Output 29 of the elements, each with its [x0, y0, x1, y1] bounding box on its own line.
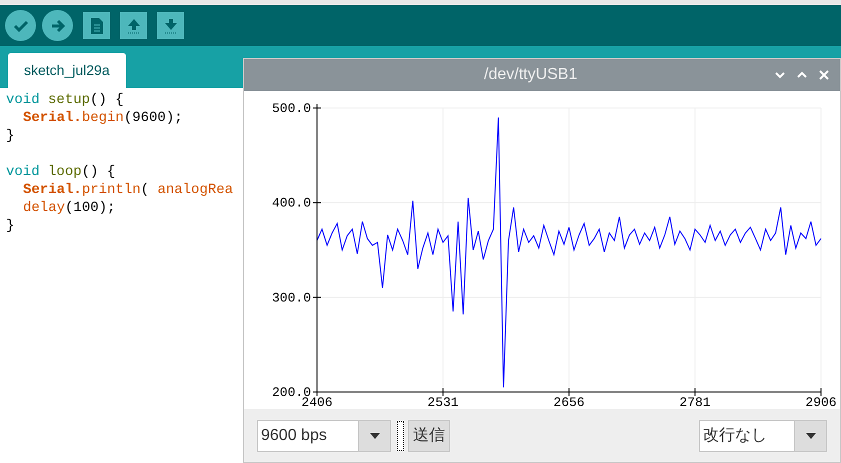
- y-tick-label: 300.0: [272, 290, 311, 306]
- line-ending-select[interactable]: 改行なし: [699, 420, 827, 452]
- caret-icon: [806, 432, 816, 438]
- code-line: Serial.println( analogRea: [22, 181, 234, 199]
- x-tick-label: 2906: [805, 395, 837, 409]
- code-line: Serial.begin(9600);: [22, 109, 183, 127]
- close-icon[interactable]: [818, 69, 830, 81]
- x-tick-label: 2531: [427, 395, 459, 409]
- code-line: void setup() {: [6, 91, 124, 109]
- caret-icon: [370, 432, 380, 438]
- code-line: void loop() {: [6, 163, 116, 181]
- new-button[interactable]: [83, 12, 110, 39]
- open-button[interactable]: [120, 12, 147, 39]
- y-tick-label: 400.0: [272, 196, 311, 211]
- verify-button[interactable]: [5, 10, 36, 41]
- upload-button[interactable]: [42, 10, 73, 41]
- file-tab[interactable]: sketch_jul29a: [8, 53, 126, 88]
- y-tick-label: 500.0: [272, 101, 311, 116]
- baud-select[interactable]: 9600 bps: [257, 420, 391, 452]
- x-tick-label: 2656: [553, 395, 585, 409]
- x-tick-label: 2781: [679, 395, 711, 409]
- document-icon: [88, 16, 104, 34]
- send-button[interactable]: 送信: [408, 420, 450, 452]
- code-line: }: [6, 127, 14, 145]
- code-line: delay(100);: [22, 199, 116, 217]
- focus-marker: [397, 420, 404, 450]
- code-line: }: [6, 217, 14, 235]
- window-title: /dev/ttyUSB1: [484, 65, 578, 85]
- save-button[interactable]: [157, 12, 184, 39]
